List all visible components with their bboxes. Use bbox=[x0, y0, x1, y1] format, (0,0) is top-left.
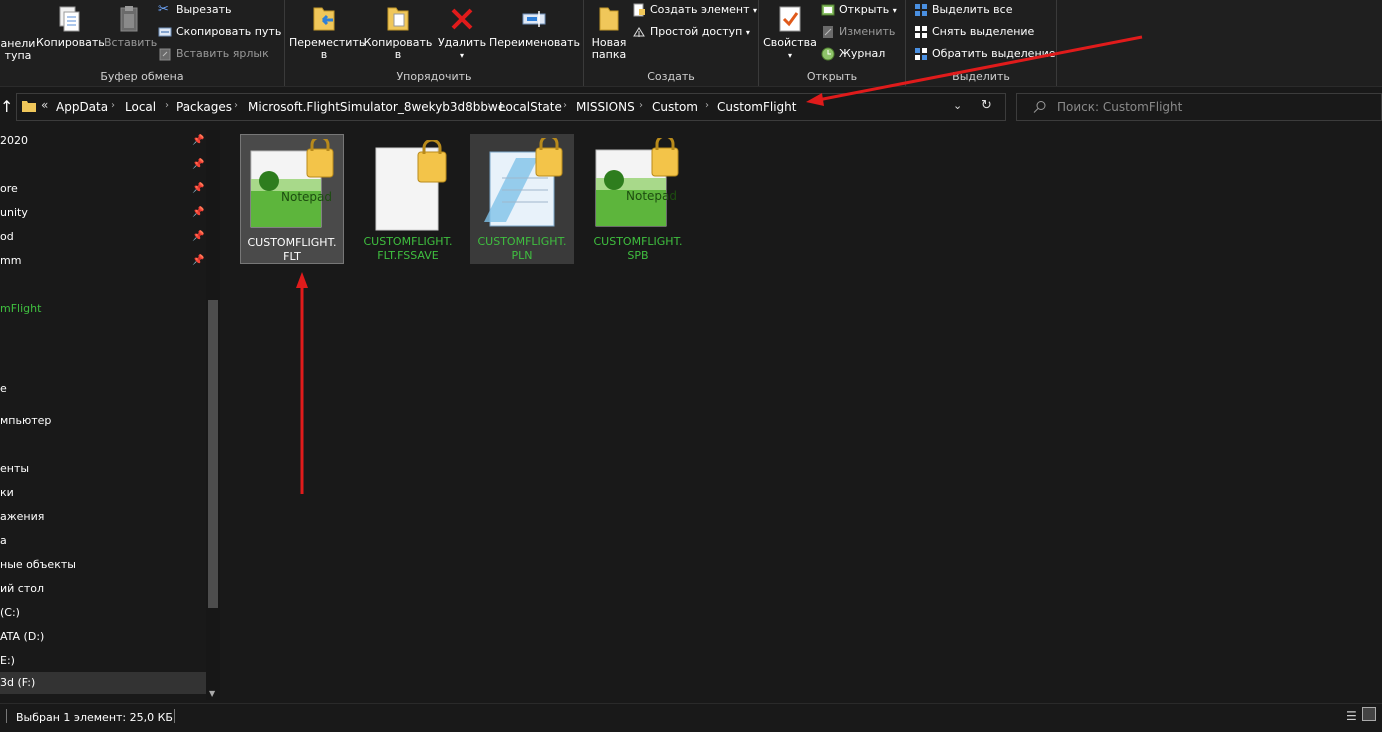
status-text: Выбран 1 элемент: 25,0 КБ bbox=[16, 711, 173, 724]
arrow-to-address-bar bbox=[806, 35, 1143, 106]
status-separator bbox=[174, 709, 175, 723]
arrow-to-flt-file bbox=[296, 272, 308, 494]
annotation-arrows bbox=[296, 35, 1143, 494]
details-view-icon[interactable]: ☰ bbox=[1346, 709, 1357, 723]
large-icons-view-icon[interactable] bbox=[1362, 707, 1376, 721]
status-separator bbox=[6, 709, 7, 723]
status-bar: Выбран 1 элемент: 25,0 КБ ☰ bbox=[0, 703, 1382, 732]
